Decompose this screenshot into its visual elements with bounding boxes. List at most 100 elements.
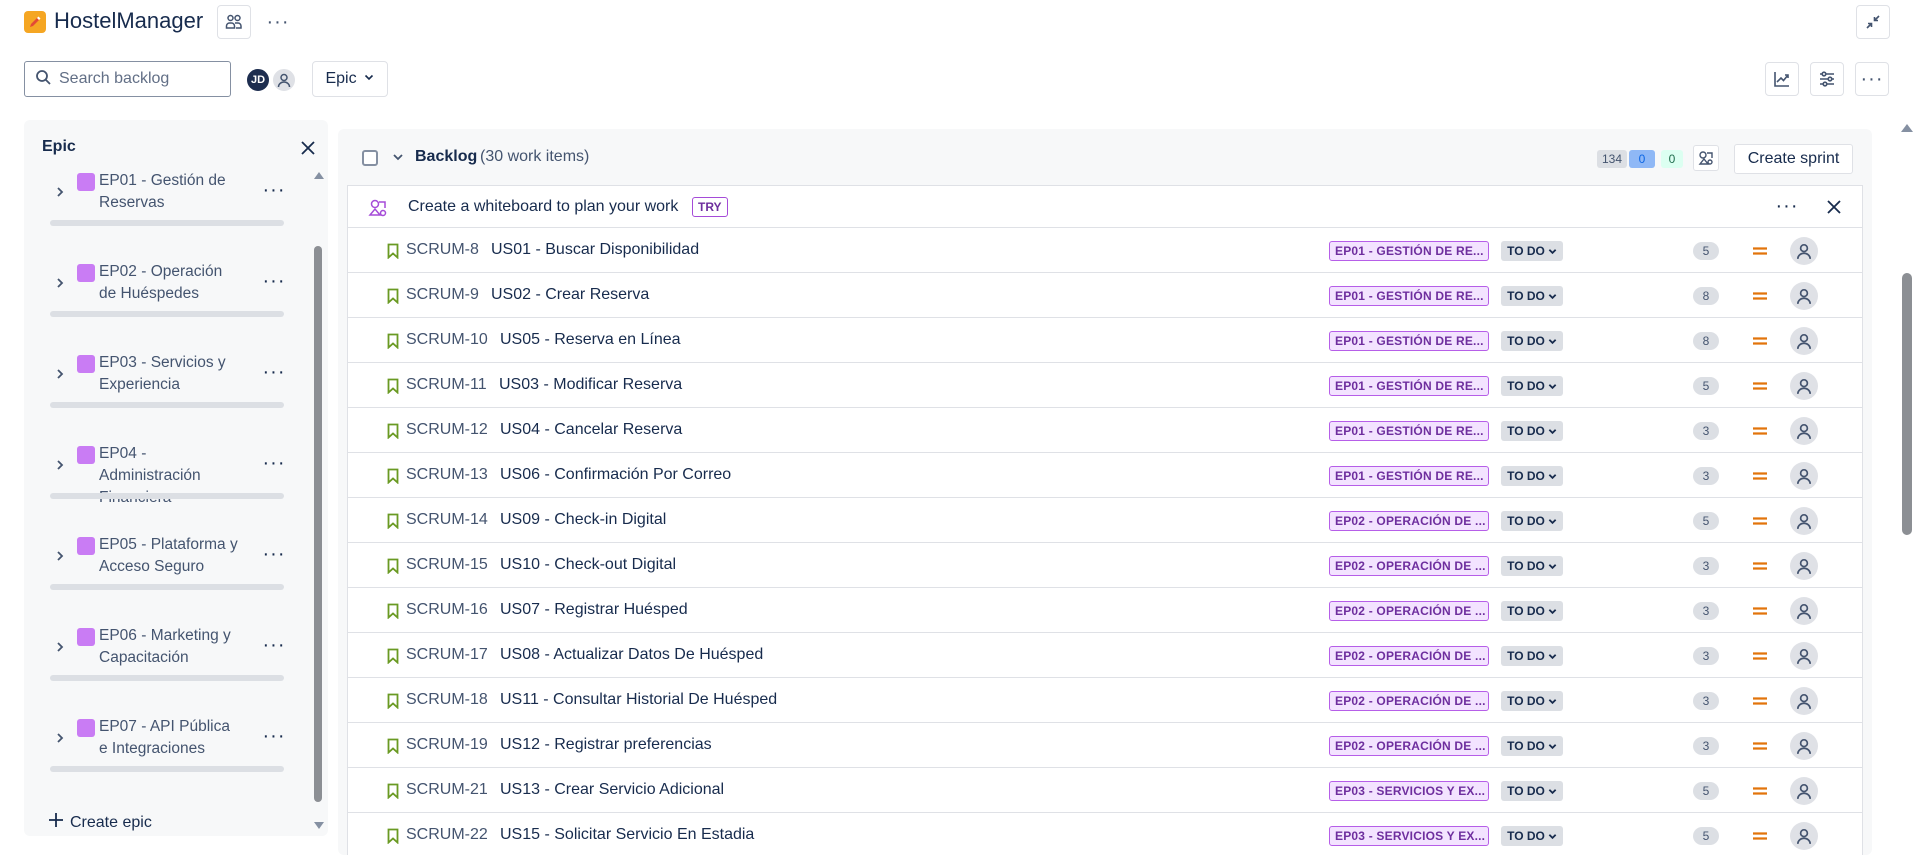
chevron-right-icon[interactable] [52,275,68,291]
issue-row[interactable]: SCRUM-22 US15 - Solicitar Servicio En Es… [347,812,1863,855]
issue-row[interactable]: SCRUM-21 US13 - Crear Servicio Adicional… [347,767,1863,812]
epic-item[interactable]: EP06 - Marketing y Capacitación ··· [24,625,314,716]
search-box[interactable] [24,61,231,97]
priority-medium-icon[interactable] [1751,737,1769,755]
view-settings-icon[interactable] [1810,62,1844,96]
priority-medium-icon[interactable] [1751,242,1769,260]
banner-more-icon[interactable]: ··· [1772,195,1802,217]
user-avatar-icon[interactable] [271,67,297,93]
priority-medium-icon[interactable] [1751,467,1769,485]
issue-row[interactable]: SCRUM-15 US10 - Check-out Digital EP02 -… [347,542,1863,587]
try-badge[interactable]: TRY [692,197,728,217]
epic-lozenge[interactable]: EP02 - OPERACIÓN DE ... [1329,511,1489,531]
priority-medium-icon[interactable] [1751,827,1769,845]
issue-row[interactable]: SCRUM-14 US09 - Check-in Digital EP02 - … [347,497,1863,542]
avatar-jd[interactable]: JD [245,67,271,93]
issue-key[interactable]: SCRUM-17 [406,646,488,664]
issue-summary[interactable]: US08 - Actualizar Datos De Huésped [500,646,763,664]
issue-key[interactable]: SCRUM-14 [406,511,488,529]
assignee-avatar-icon[interactable] [1790,597,1818,625]
issue-summary[interactable]: US11 - Consultar Historial De Huésped [500,691,777,709]
story-points-badge[interactable]: 5 [1693,827,1719,845]
select-all-checkbox[interactable] [362,150,378,166]
epic-lozenge[interactable]: EP01 - GESTIÓN DE RE... [1329,376,1489,396]
chevron-right-icon[interactable] [52,457,68,473]
priority-medium-icon[interactable] [1751,287,1769,305]
story-points-badge[interactable]: 5 [1693,512,1719,530]
epic-more-icon[interactable]: ··· [260,725,288,747]
epic-lozenge[interactable]: EP01 - GESTIÓN DE RE... [1329,421,1489,441]
story-points-badge[interactable]: 3 [1693,422,1719,440]
epic-item[interactable]: EP07 - API Pública e Integraciones ··· [24,716,314,807]
issue-row[interactable]: SCRUM-9 US02 - Crear Reserva EP01 - GEST… [347,272,1863,317]
story-points-badge[interactable]: 5 [1693,782,1719,800]
assignee-avatar-icon[interactable] [1790,462,1818,490]
story-points-badge[interactable]: 8 [1693,287,1719,305]
issue-row[interactable]: SCRUM-16 US07 - Registrar Huésped EP02 -… [347,587,1863,632]
issue-row[interactable]: SCRUM-10 US05 - Reserva en Línea EP01 - … [347,317,1863,362]
epic-item[interactable]: EP03 - Servicios y Experiencia ··· [24,352,314,443]
issue-summary[interactable]: US04 - Cancelar Reserva [500,421,682,439]
status-dropdown[interactable]: TO DO [1501,826,1563,846]
more-actions-icon[interactable]: ··· [262,8,294,36]
issue-summary[interactable]: US07 - Registrar Huésped [500,601,688,619]
chevron-right-icon[interactable] [52,184,68,200]
priority-medium-icon[interactable] [1751,647,1769,665]
issue-row[interactable]: SCRUM-8 US01 - Buscar Disponibilidad EP0… [347,227,1863,272]
epic-lozenge[interactable]: EP02 - OPERACIÓN DE ... [1329,736,1489,756]
issue-key[interactable]: SCRUM-19 [406,736,488,754]
issue-row[interactable]: SCRUM-17 US08 - Actualizar Datos De Hués… [347,632,1863,677]
issue-row[interactable]: SCRUM-18 US11 - Consultar Historial De H… [347,677,1863,722]
issue-key[interactable]: SCRUM-21 [406,781,488,799]
status-dropdown[interactable]: TO DO [1501,646,1563,666]
status-dropdown[interactable]: TO DO [1501,286,1563,306]
epic-more-icon[interactable]: ··· [260,452,288,474]
epic-item[interactable]: EP04 - Administración Financiera ··· [24,443,314,534]
issue-key[interactable]: SCRUM-15 [406,556,488,574]
issue-key[interactable]: SCRUM-12 [406,421,488,439]
assignee-avatar-icon[interactable] [1790,687,1818,715]
status-dropdown[interactable]: TO DO [1501,241,1563,261]
issue-summary[interactable]: US09 - Check-in Digital [500,511,666,529]
epic-lozenge[interactable]: EP02 - OPERACIÓN DE ... [1329,691,1489,711]
epic-more-icon[interactable]: ··· [260,634,288,656]
priority-medium-icon[interactable] [1751,332,1769,350]
priority-medium-icon[interactable] [1751,422,1769,440]
epic-lozenge[interactable]: EP03 - SERVICIOS Y EX... [1329,826,1489,846]
issue-row[interactable]: SCRUM-19 US12 - Registrar preferencias E… [347,722,1863,767]
issue-key[interactable]: SCRUM-8 [406,241,479,259]
status-dropdown[interactable]: TO DO [1501,691,1563,711]
chevron-down-icon[interactable] [390,149,406,165]
epic-lozenge[interactable]: EP03 - SERVICIOS Y EX... [1329,781,1489,801]
priority-medium-icon[interactable] [1751,377,1769,395]
issue-key[interactable]: SCRUM-16 [406,601,488,619]
epic-item[interactable]: EP02 - Operación de Huéspedes ··· [24,261,314,352]
assignee-avatar-icon[interactable] [1790,642,1818,670]
status-dropdown[interactable]: TO DO [1501,556,1563,576]
minimize-icon[interactable] [1856,5,1890,39]
search-input[interactable] [59,70,219,88]
status-dropdown[interactable]: TO DO [1501,331,1563,351]
priority-medium-icon[interactable] [1751,692,1769,710]
story-points-badge[interactable]: 5 [1693,242,1719,260]
assignee-avatar-icon[interactable] [1790,282,1818,310]
issue-summary[interactable]: US13 - Crear Servicio Adicional [500,781,724,799]
chevron-right-icon[interactable] [52,730,68,746]
epic-item[interactable]: EP05 - Plataforma y Acceso Seguro ··· [24,534,314,625]
assignee-avatar-icon[interactable] [1790,417,1818,445]
epic-lozenge[interactable]: EP02 - OPERACIÓN DE ... [1329,556,1489,576]
epic-more-icon[interactable]: ··· [260,270,288,292]
epic-lozenge[interactable]: EP01 - GESTIÓN DE RE... [1329,286,1489,306]
epic-lozenge[interactable]: EP01 - GESTIÓN DE RE... [1329,331,1489,351]
priority-medium-icon[interactable] [1751,782,1769,800]
status-dropdown[interactable]: TO DO [1501,421,1563,441]
issue-summary[interactable]: US05 - Reserva en Línea [500,331,681,349]
priority-medium-icon[interactable] [1751,557,1769,575]
assignee-avatar-icon[interactable] [1790,777,1818,805]
epic-lozenge[interactable]: EP02 - OPERACIÓN DE ... [1329,646,1489,666]
issue-key[interactable]: SCRUM-10 [406,331,488,349]
story-points-badge[interactable]: 3 [1693,557,1719,575]
epic-item[interactable]: EP01 - Gestión de Reservas ··· [24,170,314,261]
issue-summary[interactable]: US12 - Registrar preferencias [500,736,712,754]
status-dropdown[interactable]: TO DO [1501,466,1563,486]
